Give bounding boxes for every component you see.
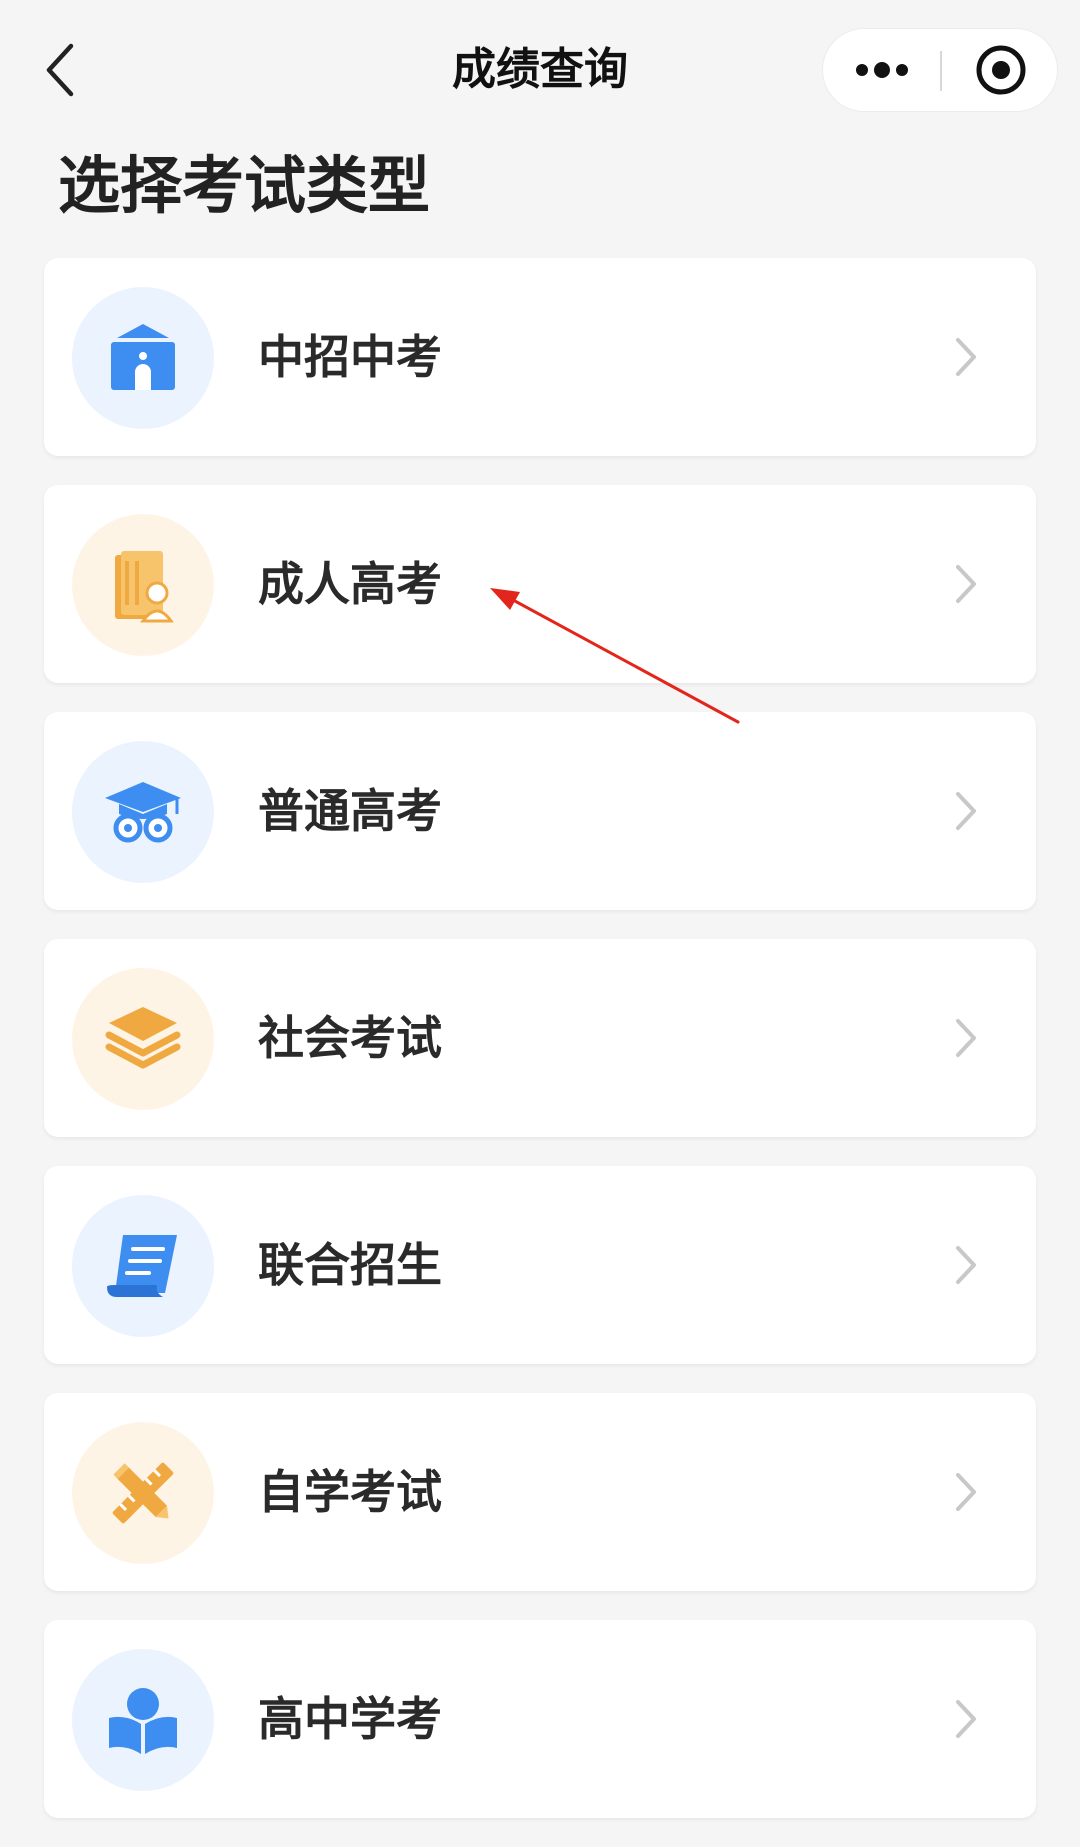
icon-badge (72, 1195, 214, 1337)
chevron-right-icon (946, 1467, 986, 1517)
mini-program-capsule (822, 28, 1058, 112)
icon-badge (72, 968, 214, 1110)
book-person-icon (115, 551, 174, 623)
chevron-right-icon (946, 559, 986, 609)
exam-label: 高中学考 (258, 1692, 442, 1746)
exam-item-zixue[interactable]: 自学考试 (44, 1393, 1036, 1591)
exam-label: 成人高考 (258, 557, 442, 611)
chevron-right-icon (946, 1240, 986, 1290)
layers-stack-icon (105, 1007, 181, 1069)
chevron-right-icon (946, 1013, 986, 1063)
scroll-document-icon (107, 1235, 177, 1297)
icon-badge (72, 1649, 214, 1791)
icon-badge (72, 741, 214, 883)
section-heading: 选择考试类型 (58, 149, 431, 222)
more-dots-icon (855, 62, 908, 78)
exam-item-zhongkao[interactable]: 中招中考 (44, 258, 1036, 456)
exam-item-lianhe[interactable]: 联合招生 (44, 1166, 1036, 1364)
icon-badge (72, 514, 214, 656)
exam-type-list: 中招中考 成人高考 普通高考 社会考试 联合招生 自学考试 高中学考 (44, 258, 1036, 1847)
school-building-icon (111, 324, 175, 390)
navigation-bar: 成绩查询 (0, 0, 1080, 130)
chevron-right-icon (946, 786, 986, 836)
chevron-right-icon (946, 332, 986, 382)
graduation-cap-owl-icon (105, 782, 181, 843)
open-book-reader-icon (109, 1688, 177, 1754)
exam-label: 联合招生 (258, 1238, 442, 1292)
exam-item-shehui[interactable]: 社会考试 (44, 939, 1036, 1137)
close-button[interactable] (942, 29, 1059, 111)
exam-label: 社会考试 (258, 1011, 442, 1065)
exam-label: 自学考试 (258, 1465, 442, 1519)
target-close-icon (976, 45, 1025, 95)
icon-badge (72, 1422, 214, 1564)
exam-label: 中招中考 (258, 330, 442, 384)
exam-item-chenggao[interactable]: 成人高考 (44, 485, 1036, 683)
icon-badge (72, 287, 214, 429)
more-button[interactable] (823, 29, 940, 111)
pencil-ruler-icon (112, 1462, 174, 1524)
chevron-right-icon (946, 1694, 986, 1744)
exam-item-gaokao[interactable]: 普通高考 (44, 712, 1036, 910)
exam-item-xuekao[interactable]: 高中学考 (44, 1620, 1036, 1818)
exam-label: 普通高考 (258, 784, 442, 838)
